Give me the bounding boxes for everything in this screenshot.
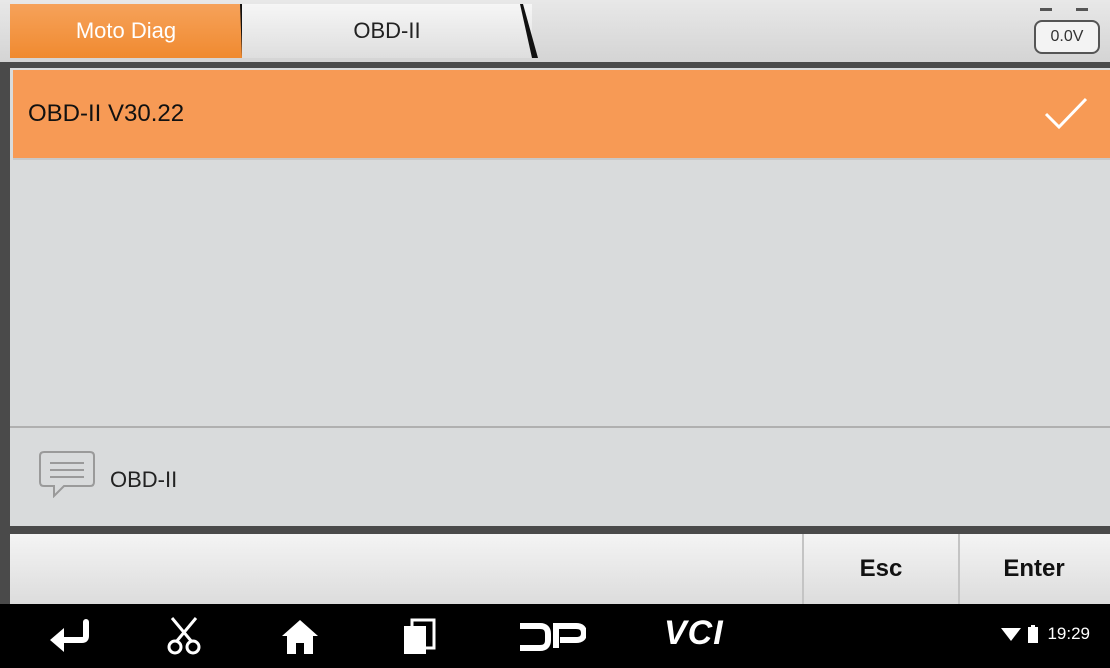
esc-button[interactable]: Esc	[802, 534, 960, 604]
divider	[10, 426, 1110, 428]
action-bar: Esc Enter	[10, 534, 1110, 604]
recent-apps-icon[interactable]	[402, 618, 436, 656]
back-icon[interactable]	[46, 618, 92, 654]
battery-terminal-right	[1076, 8, 1088, 11]
enter-button-label: Enter	[1003, 555, 1065, 582]
info-area: OBD-II	[38, 450, 177, 498]
software-list-panel: OBD-II V30.22 OBD-II	[10, 68, 1110, 526]
vci-label: VCI	[664, 614, 724, 652]
list-item[interactable]: OBD-II V30.22	[13, 70, 1110, 160]
tab-obd-ii[interactable]: OBD-II	[242, 4, 532, 58]
enter-button[interactable]: Enter	[958, 534, 1110, 604]
scissors-icon[interactable]	[166, 616, 202, 656]
esc-button-label: Esc	[859, 555, 903, 582]
message-icon	[39, 451, 95, 498]
wifi-icon	[1001, 628, 1022, 641]
status-area: 19:29	[1001, 624, 1090, 644]
list-item-label: OBD-II V30.22	[28, 100, 185, 127]
battery-terminal-left	[1040, 8, 1052, 11]
home-icon[interactable]	[280, 618, 320, 656]
tab-moto-diag[interactable]: Moto Diag	[10, 4, 242, 58]
check-icon	[1044, 97, 1088, 130]
info-text: OBD-II	[110, 467, 178, 492]
dp-icon[interactable]	[518, 622, 586, 652]
clock: 19:29	[1047, 624, 1090, 643]
voltage-indicator: 0.0V	[1034, 20, 1100, 54]
top-bar: Moto Diag OBD-II 0.0V	[0, 0, 1110, 62]
voltage-value: 0.0V	[1050, 28, 1084, 45]
vci-icon[interactable]: VCI	[664, 614, 744, 654]
tab-end-edge	[520, 4, 538, 58]
battery-icon	[1028, 625, 1039, 643]
tab-obd-ii-label: OBD-II	[353, 18, 421, 43]
system-navigation-bar: VCI 19:29	[0, 604, 1110, 668]
tab-moto-diag-label: Moto Diag	[75, 18, 177, 43]
